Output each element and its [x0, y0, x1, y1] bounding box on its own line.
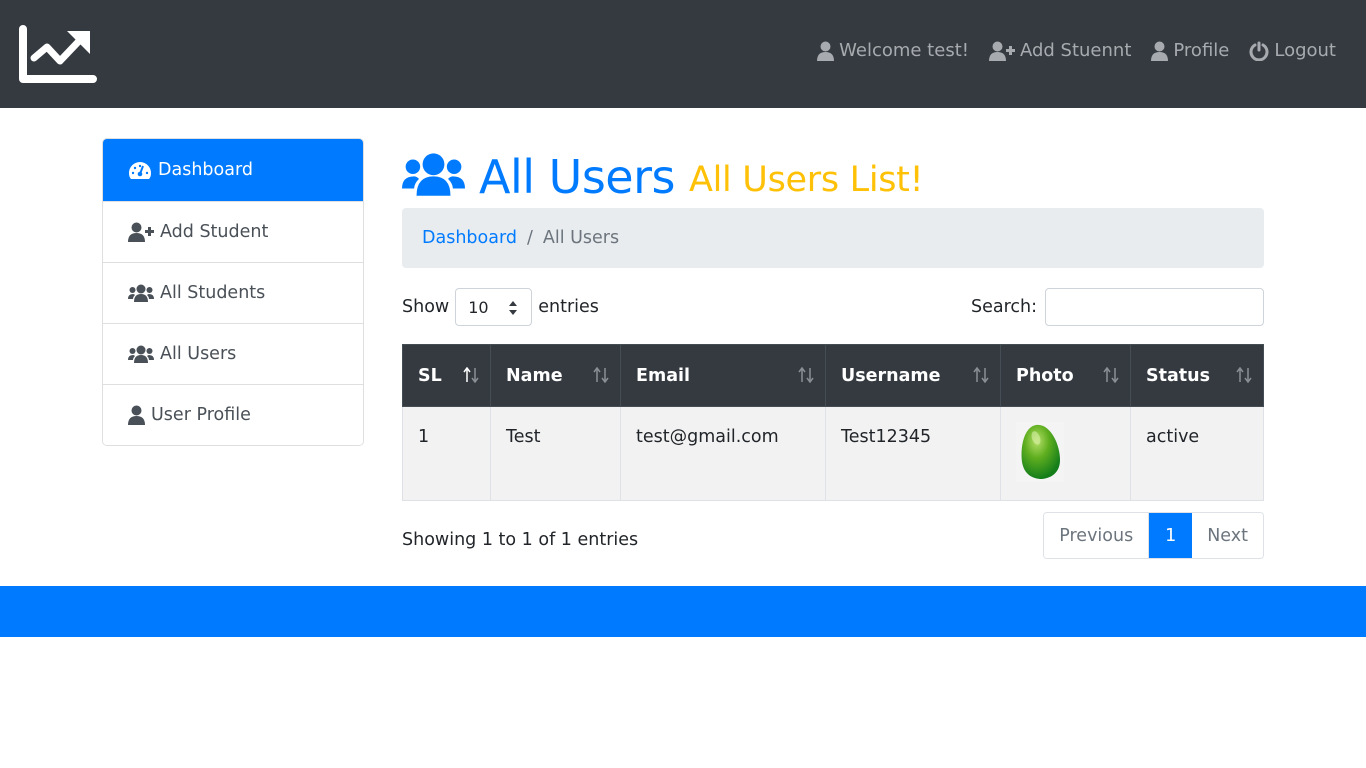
breadcrumb-current: All Users — [542, 228, 620, 248]
table-header-row: SL Name Email Username Photo Status — [402, 344, 1264, 407]
table-row: 1 Test test@gmail.com Test12345 active — [402, 406, 1264, 501]
pagination: Previous 1 Next — [1043, 512, 1264, 559]
page-title: All Users All Users List! — [402, 138, 1264, 200]
sort-icon — [1103, 367, 1119, 383]
sidebar-item-user-profile[interactable]: User Profile — [103, 384, 363, 445]
nav-welcome[interactable]: Welcome test! — [817, 40, 969, 61]
column-header-name[interactable]: Name — [490, 344, 621, 407]
footer-bar — [0, 586, 1366, 637]
table-controls: Show 10 entries Search: — [402, 288, 1264, 326]
nav-add-student-label: Add Stuennt — [1019, 40, 1132, 61]
main-content: All Users All Users List! Dashboard / Al… — [402, 138, 1264, 560]
user-icon — [128, 405, 145, 425]
column-label: SL — [418, 365, 442, 386]
nav-links: Welcome test! Add Stuennt Profile Logout — [817, 40, 1336, 61]
show-label: Show — [402, 297, 450, 317]
sidebar-item-all-students[interactable]: All Students — [103, 262, 363, 323]
sort-icon — [798, 367, 814, 383]
user-plus-icon — [988, 41, 1015, 61]
sort-icon — [1236, 367, 1252, 383]
column-header-email[interactable]: Email — [620, 344, 826, 407]
column-label: Username — [841, 365, 941, 386]
sidebar-item-add-student[interactable]: Add Student — [103, 201, 363, 262]
sort-icon — [973, 367, 989, 383]
nav-add-student[interactable]: Add Stuennt — [988, 40, 1132, 61]
pagination-previous[interactable]: Previous — [1044, 513, 1149, 558]
power-off-icon — [1249, 41, 1269, 61]
pagination-next[interactable]: Next — [1192, 513, 1263, 558]
chart-line-icon[interactable] — [19, 25, 97, 83]
users-table: SL Name Email Username Photo Status 1 Te… — [402, 344, 1264, 501]
nav-welcome-label: Welcome test! — [839, 40, 969, 61]
column-header-status[interactable]: Status — [1130, 344, 1264, 407]
sidebar-item-label: All Students — [160, 283, 266, 303]
nav-logout[interactable]: Logout — [1249, 40, 1336, 61]
user-plus-icon — [128, 222, 154, 242]
sidebar-item-label: All Users — [160, 344, 237, 364]
entries-length: Show 10 entries — [402, 288, 599, 326]
sidebar: Dashboard Add Student All Students All U… — [102, 138, 364, 446]
column-label: Email — [636, 365, 690, 386]
table-footer: Showing 1 to 1 of 1 entries Previous 1 N… — [402, 512, 1264, 560]
search-area: Search: — [971, 288, 1264, 326]
column-label: Status — [1146, 365, 1211, 386]
users-icon — [402, 153, 465, 196]
users-icon — [128, 284, 154, 302]
entries-select[interactable]: 10 — [455, 288, 533, 326]
column-header-photo[interactable]: Photo — [1000, 344, 1131, 407]
nav-logout-label: Logout — [1274, 40, 1336, 61]
nav-profile-label: Profile — [1173, 40, 1230, 61]
user-icon — [1151, 41, 1169, 61]
tachometer-icon — [129, 161, 151, 179]
select-arrows-icon — [509, 301, 518, 315]
users-icon — [128, 345, 154, 363]
page-title-text: All Users — [479, 150, 675, 204]
column-header-username[interactable]: Username — [825, 344, 1001, 407]
sort-icon — [593, 367, 609, 383]
cell-status: active — [1130, 406, 1264, 501]
cell-username: Test12345 — [825, 406, 1001, 501]
column-label: Name — [506, 365, 563, 386]
cell-email: test@gmail.com — [620, 406, 826, 501]
search-label: Search: — [970, 297, 1037, 317]
cell-photo — [1000, 406, 1131, 501]
entries-select-value: 10 — [468, 297, 489, 317]
nav-profile[interactable]: Profile — [1151, 40, 1229, 61]
entries-label: entries — [538, 297, 599, 317]
search-input[interactable] — [1045, 288, 1264, 326]
navbar: Welcome test! Add Stuennt Profile Logout — [0, 0, 1366, 108]
sidebar-item-all-users[interactable]: All Users — [103, 323, 363, 384]
cell-sl: 1 — [402, 406, 491, 501]
sidebar-item-label: User Profile — [151, 405, 251, 425]
sort-icon — [463, 367, 479, 383]
sidebar-item-label: Add Student — [160, 222, 269, 242]
breadcrumb-dashboard-link[interactable]: Dashboard — [422, 228, 517, 248]
pagination-page-1[interactable]: 1 — [1148, 513, 1193, 558]
breadcrumb-separator: / — [526, 228, 533, 248]
column-header-sl[interactable]: SL — [402, 344, 491, 407]
table-info: Showing 1 to 1 of 1 entries — [402, 530, 639, 550]
user-photo-image — [1016, 422, 1064, 482]
user-icon — [817, 41, 835, 61]
breadcrumb: Dashboard / All Users — [402, 208, 1264, 268]
page-subtitle: All Users List! — [688, 160, 924, 200]
sidebar-item-dashboard[interactable]: Dashboard — [103, 139, 363, 201]
cell-name: Test — [490, 406, 621, 501]
sidebar-item-label: Dashboard — [158, 160, 253, 180]
column-label: Photo — [1016, 365, 1074, 386]
